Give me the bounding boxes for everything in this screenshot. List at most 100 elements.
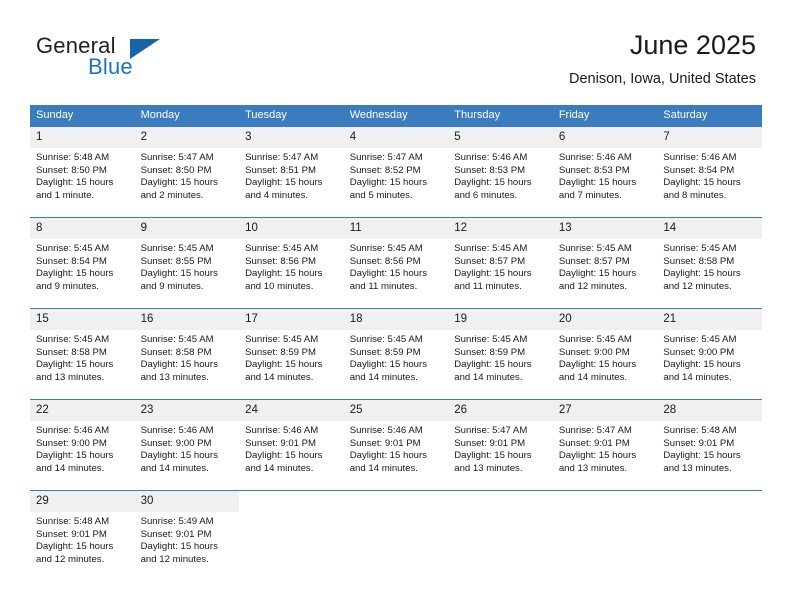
day-details: Sunrise: 5:47 AM Sunset: 8:52 PM Daylight:… [344, 148, 449, 202]
daylight-text-line2: and 13 minutes. [454, 462, 523, 474]
calendar-day-cell[interactable]: 11 Sunrise: 5:45 AM Sunset: 8:56 PM Dayligh… [343, 217, 449, 309]
calendar-day-cell[interactable]: 6 Sunrise: 5:46 AM Sunset: 8:53 PM Daylight… [552, 126, 658, 218]
day-number: 3 [239, 127, 344, 148]
daylight-text-line1: Daylight: 15 hours [558, 177, 637, 189]
sunset-text: Sunset: 8:59 PM [349, 346, 421, 358]
daylight-text-line1: Daylight: 15 hours [454, 450, 532, 462]
calendar-day-cell[interactable]: 15 Sunrise: 5:45 AM Sunset: 8:58 PM Dayligh… [30, 308, 135, 400]
day-details: Sunrise: 5:45 AM Sunset: 8:58 PM Daylight:… [30, 330, 135, 384]
sunset-text: Sunset: 9:01 PM [140, 528, 212, 540]
daylight-text-line1: Daylight: 15 hours [245, 450, 323, 462]
sunset-text: Sunset: 9:00 PM [36, 437, 107, 449]
day-number [657, 491, 762, 512]
sunset-text: Sunset: 8:50 PM [36, 164, 107, 176]
calendar-day-cell[interactable]: 13 Sunrise: 5:45 AM Sunset: 8:57 PM Dayligh… [552, 217, 658, 309]
sunrise-text: Sunrise: 5:45 AM [349, 243, 423, 254]
daylight-text-line2: and 14 minutes. [663, 371, 732, 383]
daylight-text-line2: and 6 minutes. [454, 189, 518, 201]
triangle-logo-icon [130, 39, 160, 59]
daylight-text-line1: Daylight: 15 hours [36, 177, 114, 189]
day-number: 20 [552, 309, 658, 330]
calendar-day-cell[interactable]: 29 Sunrise: 5:48 AM Sunset: 9:01 PM Dayligh… [30, 490, 135, 577]
sunrise-text: Sunrise: 5:46 AM [558, 152, 632, 163]
calendar-day-cell[interactable]: 17 Sunrise: 5:45 AM Sunset: 8:59 PM Dayligh… [239, 308, 344, 400]
calendar-day-cell[interactable]: 25 Sunrise: 5:46 AM Sunset: 9:01 PM Dayligh… [343, 399, 449, 491]
calendar-day-cell[interactable]: 18 Sunrise: 5:45 AM Sunset: 8:59 PM Dayligh… [343, 308, 449, 400]
daylight-text-line2: and 8 minutes. [663, 189, 727, 201]
calendar-day-cell[interactable]: 24 Sunrise: 5:46 AM Sunset: 9:01 PM Dayligh… [239, 399, 344, 491]
calendar-day-cell[interactable]: 14 Sunrise: 5:45 AM Sunset: 8:58 PM Dayligh… [657, 217, 762, 309]
day-details: Sunrise: 5:45 AM Sunset: 8:58 PM Daylight:… [657, 239, 762, 293]
sunrise-text: Sunrise: 5:48 AM [663, 425, 737, 436]
calendar-day-cell[interactable]: 30 Sunrise: 5:49 AM Sunset: 9:01 PM Dayligh… [134, 490, 240, 577]
brand-logo[interactable]: General Blue [36, 33, 236, 88]
calendar-day-cell[interactable]: 4 Sunrise: 5:47 AM Sunset: 8:52 PM Daylight… [343, 126, 449, 218]
calendar-head: Sunday Monday Tuesday Wednesday Thursday… [30, 105, 762, 127]
calendar-day-cell[interactable]: 19 Sunrise: 5:45 AM Sunset: 8:59 PM Dayligh… [448, 308, 553, 400]
day-details: Sunrise: 5:46 AM Sunset: 9:00 PM Daylight:… [30, 421, 135, 475]
day-details: Sunrise: 5:46 AM Sunset: 8:53 PM Daylight:… [448, 148, 553, 202]
day-number: 7 [657, 127, 762, 148]
day-number: 6 [552, 127, 658, 148]
daylight-text-line2: and 1 minute. [36, 189, 95, 201]
calendar-day-cell[interactable]: 16 Sunrise: 5:45 AM Sunset: 8:58 PM Dayligh… [134, 308, 240, 400]
day-number: 5 [448, 127, 553, 148]
daylight-text-line2: and 14 minutes. [245, 371, 314, 383]
daylight-text-line2: and 14 minutes. [349, 462, 418, 474]
calendar-day-cell[interactable]: 7 Sunrise: 5:46 AM Sunset: 8:54 PM Daylight… [657, 126, 762, 218]
sunrise-text: Sunrise: 5:45 AM [245, 334, 319, 345]
sunset-text: Sunset: 8:54 PM [663, 164, 735, 176]
calendar-day-cell[interactable]: 5 Sunrise: 5:46 AM Sunset: 8:53 PM Daylight… [448, 126, 553, 218]
calendar-day-cell[interactable]: 2 Sunrise: 5:47 AM Sunset: 8:50 PM Daylight… [134, 126, 240, 218]
daylight-text-line1: Daylight: 15 hours [140, 359, 218, 371]
daylight-text-line2: and 13 minutes. [558, 462, 628, 474]
calendar-table: Sunday Monday Tuesday Wednesday Thursday… [30, 105, 762, 577]
calendar-day-cell[interactable]: 8 Sunrise: 5:45 AM Sunset: 8:54 PM Daylight… [30, 217, 135, 309]
sunrise-text: Sunrise: 5:49 AM [140, 516, 214, 527]
day-number [448, 491, 553, 512]
sunrise-text: Sunrise: 5:45 AM [36, 334, 110, 345]
sunrise-text: Sunrise: 5:45 AM [140, 243, 214, 254]
day-number: 27 [552, 400, 658, 421]
daylight-text-line1: Daylight: 15 hours [454, 177, 532, 189]
day-details: Sunrise: 5:46 AM Sunset: 8:54 PM Daylight:… [657, 148, 762, 202]
daylight-text-line1: Daylight: 15 hours [140, 177, 218, 189]
calendar-day-cell[interactable]: 9 Sunrise: 5:45 AM Sunset: 8:55 PM Daylight… [134, 217, 240, 309]
sunset-text: Sunset: 8:50 PM [140, 164, 212, 176]
weekday-header-monday: Monday [134, 105, 240, 127]
daylight-text-line2: and 9 minutes. [36, 280, 99, 292]
daylight-text-line2: and 13 minutes. [663, 462, 732, 474]
sunrise-text: Sunrise: 5:45 AM [454, 334, 528, 345]
day-details: Sunrise: 5:45 AM Sunset: 8:57 PM Daylight:… [553, 239, 658, 293]
calendar-day-cell[interactable]: 26 Sunrise: 5:47 AM Sunset: 9:01 PM Dayligh… [448, 399, 553, 491]
calendar-week-row: 1 Sunrise: 5:48 AM Sunset: 8:50 PM Daylight… [30, 126, 762, 218]
calendar-day-cell[interactable]: 1 Sunrise: 5:48 AM Sunset: 8:50 PM Daylight… [30, 126, 135, 218]
daylight-text-line2: and 12 minutes. [663, 280, 732, 292]
calendar-day-cell[interactable]: 10 Sunrise: 5:45 AM Sunset: 8:56 PM Dayligh… [239, 217, 344, 309]
day-details: Sunrise: 5:46 AM Sunset: 8:53 PM Daylight:… [553, 148, 658, 202]
calendar-day-cell[interactable]: 3 Sunrise: 5:47 AM Sunset: 8:51 PM Daylight… [239, 126, 344, 218]
title-block: June 2025 Denison, Iowa, United States [569, 28, 756, 88]
calendar-day-cell[interactable]: 23 Sunrise: 5:46 AM Sunset: 9:00 PM Dayligh… [134, 399, 240, 491]
calendar-day-cell[interactable]: 22 Sunrise: 5:46 AM Sunset: 9:00 PM Dayligh… [30, 399, 135, 491]
day-number: 16 [134, 309, 240, 330]
day-number: 22 [30, 400, 135, 421]
calendar-day-cell-empty [448, 490, 553, 577]
daylight-text-line1: Daylight: 15 hours [663, 177, 741, 189]
calendar-day-cell[interactable]: 27 Sunrise: 5:47 AM Sunset: 9:01 PM Dayligh… [552, 399, 658, 491]
day-number: 19 [448, 309, 553, 330]
sunrise-text: Sunrise: 5:45 AM [663, 243, 737, 254]
calendar-day-cell[interactable]: 20 Sunrise: 5:45 AM Sunset: 9:00 PM Dayligh… [552, 308, 658, 400]
calendar-day-cell[interactable]: 28 Sunrise: 5:48 AM Sunset: 9:01 PM Dayligh… [657, 399, 762, 491]
daylight-text-line2: and 14 minutes. [349, 371, 418, 383]
sunset-text: Sunset: 9:01 PM [454, 437, 526, 449]
day-number: 14 [657, 218, 762, 239]
day-details: Sunrise: 5:45 AM Sunset: 8:59 PM Daylight:… [448, 330, 553, 384]
page-title: June 2025 [629, 30, 756, 60]
calendar-week-row: 8 Sunrise: 5:45 AM Sunset: 8:54 PM Daylight… [30, 217, 762, 309]
sunrise-text: Sunrise: 5:47 AM [349, 152, 423, 163]
calendar-day-cell[interactable]: 21 Sunrise: 5:45 AM Sunset: 9:00 PM Dayligh… [657, 308, 762, 400]
daylight-text-line2: and 14 minutes. [454, 371, 523, 383]
daylight-text-line2: and 10 minutes. [245, 280, 314, 292]
calendar-day-cell[interactable]: 12 Sunrise: 5:45 AM Sunset: 8:57 PM Dayligh… [448, 217, 553, 309]
